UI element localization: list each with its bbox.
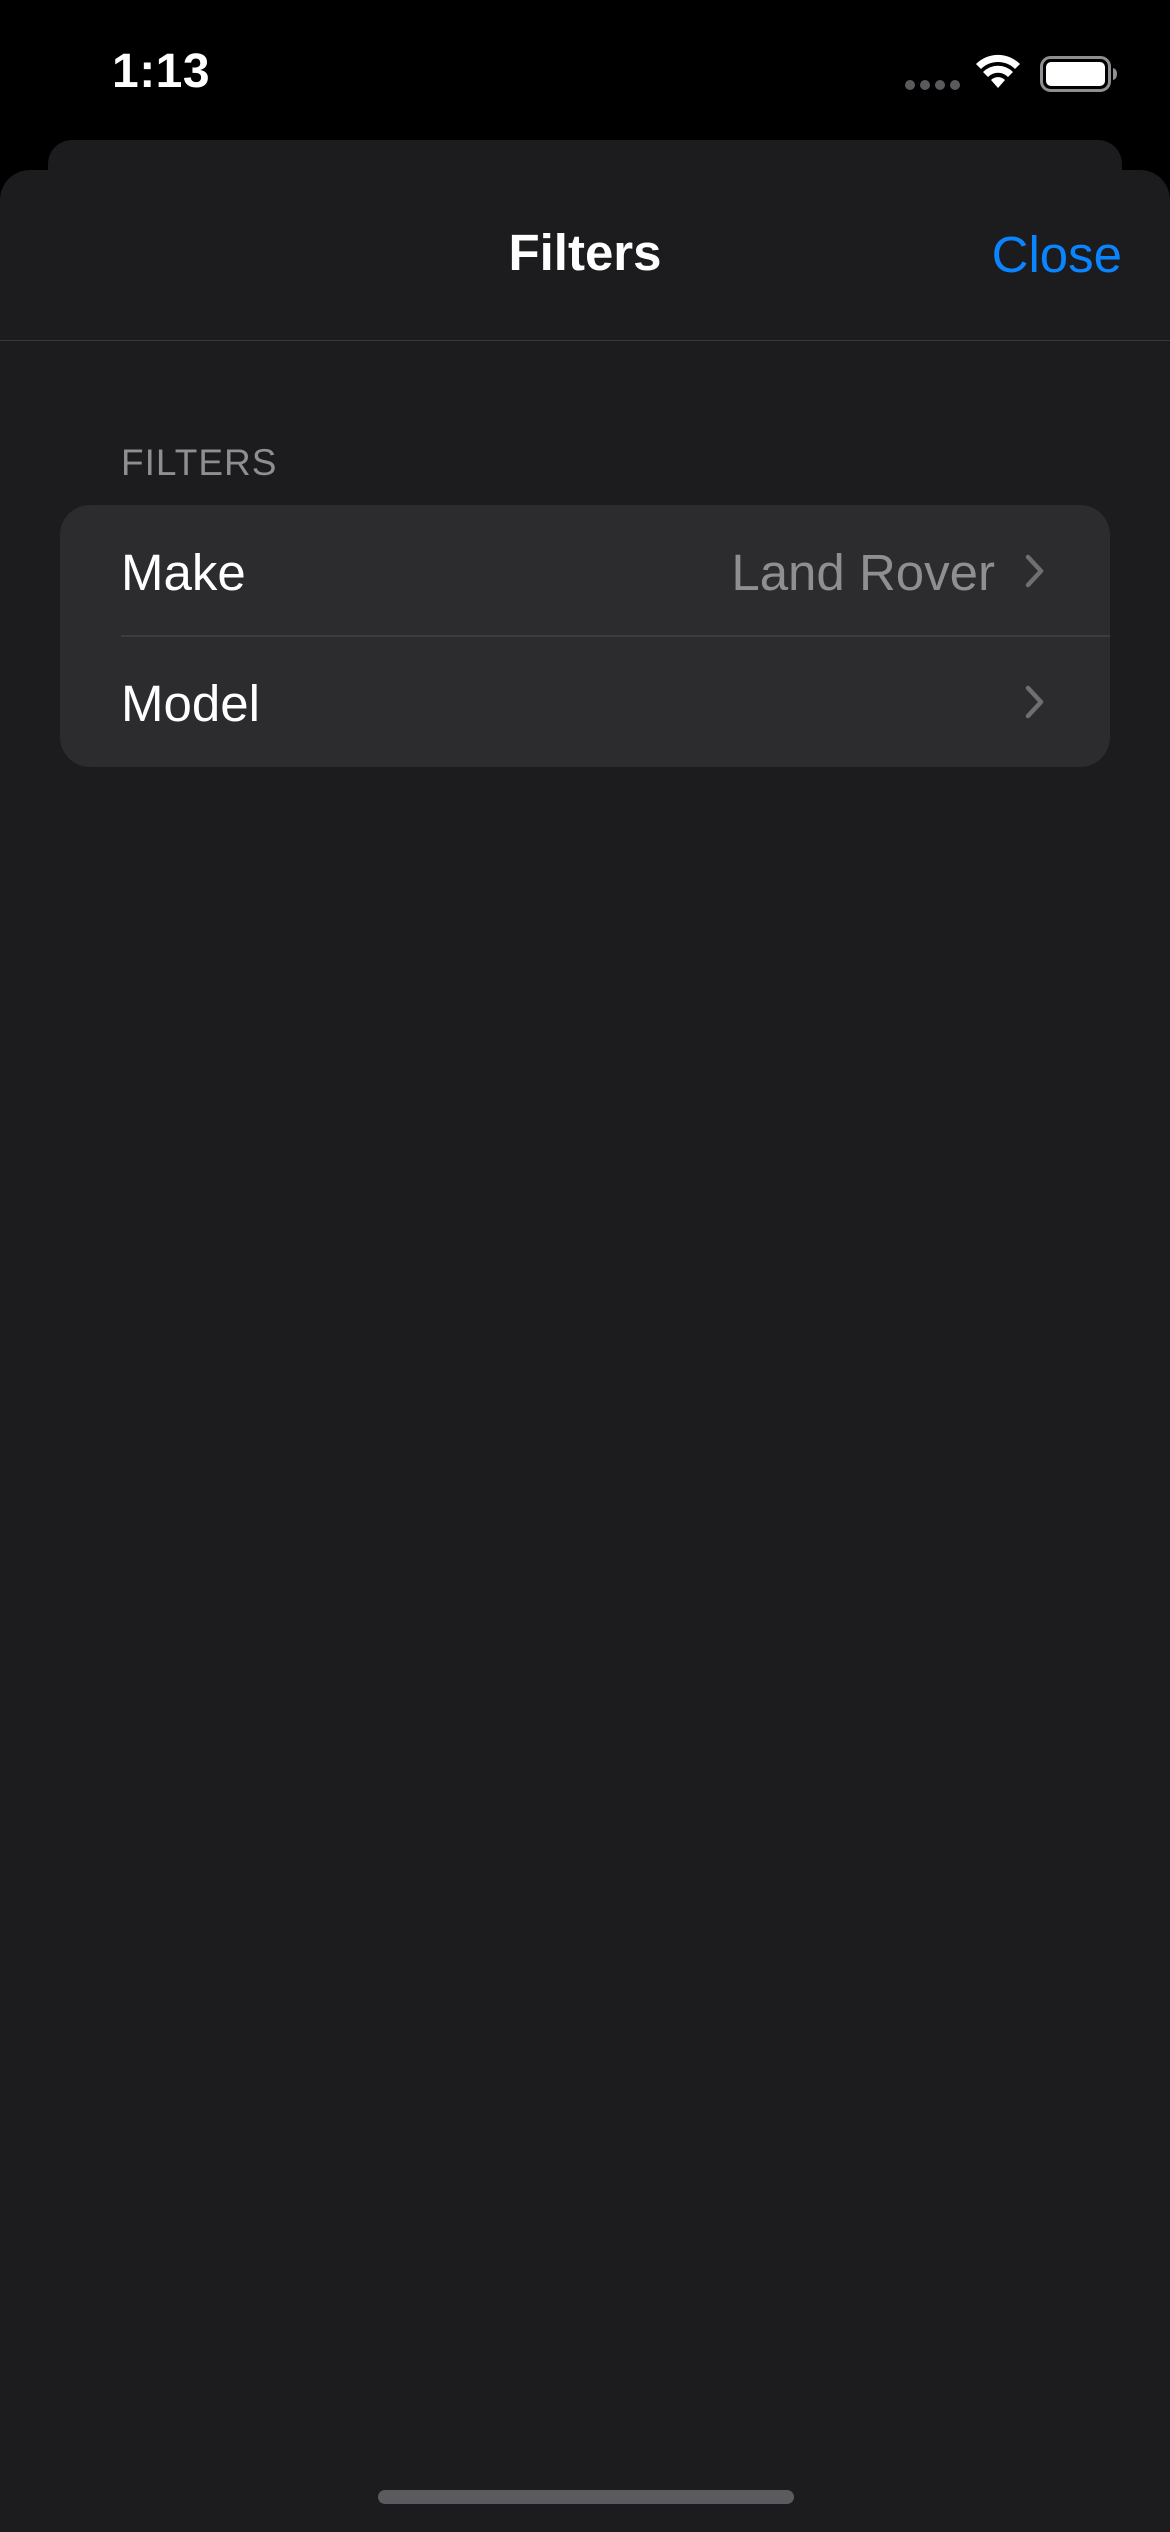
cellular-signal-icon	[905, 80, 961, 90]
battery-icon	[1040, 56, 1117, 92]
model-label: Model	[121, 675, 260, 732]
make-value: Land Rover	[731, 544, 995, 601]
make-label: Make	[121, 544, 246, 601]
status-bar: 1:13	[0, 0, 1170, 140]
filters-sheet: Filters Close FILTERS Make Land Rover Mo…	[0, 170, 1170, 2532]
status-time: 1:13	[112, 45, 211, 98]
section-header: FILTERS	[121, 442, 278, 483]
model-row[interactable]: Model	[60, 636, 1110, 767]
close-button[interactable]: Close	[992, 225, 1122, 284]
wifi-icon	[976, 54, 1020, 88]
home-indicator[interactable]	[378, 2490, 794, 2504]
filters-list: Make Land Rover Model	[60, 505, 1110, 767]
make-row[interactable]: Make Land Rover	[60, 505, 1110, 637]
chevron-right-icon	[1025, 685, 1044, 719]
navigation-bar: Filters Close	[0, 170, 1170, 341]
chevron-right-icon	[1025, 554, 1044, 588]
